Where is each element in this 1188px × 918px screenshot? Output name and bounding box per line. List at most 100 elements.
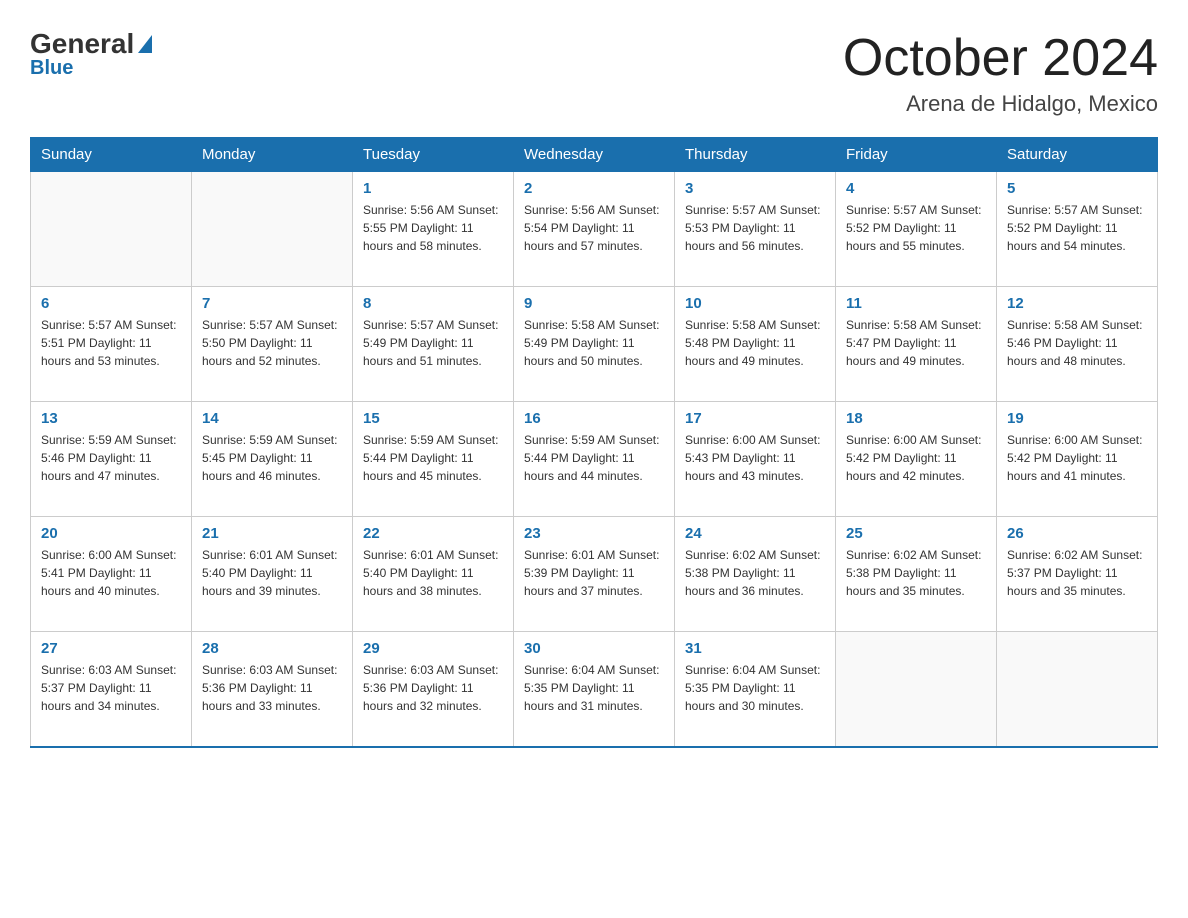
- day-number: 17: [685, 410, 825, 427]
- day-info: Sunrise: 6:01 AM Sunset: 5:40 PM Dayligh…: [363, 546, 503, 600]
- day-number: 16: [524, 410, 664, 427]
- calendar-cell: 10 Sunrise: 5:58 AM Sunset: 5:48 PM Dayli…: [675, 287, 836, 402]
- day-number: 26: [1007, 525, 1147, 542]
- calendar-cell: 20 Sunrise: 6:00 AM Sunset: 5:41 PM Dayli…: [31, 517, 192, 632]
- day-number: 13: [41, 410, 181, 427]
- header-cell-tuesday: Tuesday: [353, 138, 514, 172]
- day-info: Sunrise: 5:56 AM Sunset: 5:54 PM Dayligh…: [524, 201, 664, 255]
- day-info: Sunrise: 6:02 AM Sunset: 5:38 PM Dayligh…: [685, 546, 825, 600]
- calendar-cell: [192, 172, 353, 287]
- calendar-cell: 7 Sunrise: 5:57 AM Sunset: 5:50 PM Daylig…: [192, 287, 353, 402]
- calendar-week-1: 1 Sunrise: 5:56 AM Sunset: 5:55 PM Daylig…: [31, 172, 1158, 287]
- logo: General Blue: [30, 30, 152, 79]
- day-number: 18: [846, 410, 986, 427]
- calendar-week-4: 20 Sunrise: 6:00 AM Sunset: 5:41 PM Dayli…: [31, 517, 1158, 632]
- calendar-cell: 6 Sunrise: 5:57 AM Sunset: 5:51 PM Daylig…: [31, 287, 192, 402]
- day-number: 30: [524, 640, 664, 657]
- day-info: Sunrise: 6:03 AM Sunset: 5:36 PM Dayligh…: [363, 661, 503, 715]
- title-section: October 2024 Arena de Hidalgo, Mexico: [843, 30, 1158, 117]
- day-info: Sunrise: 6:04 AM Sunset: 5:35 PM Dayligh…: [524, 661, 664, 715]
- day-number: 20: [41, 525, 181, 542]
- header-cell-wednesday: Wednesday: [514, 138, 675, 172]
- day-info: Sunrise: 6:03 AM Sunset: 5:37 PM Dayligh…: [41, 661, 181, 715]
- calendar-cell: 12Sunrise: 5:58 AM Sunset: 5:46 PM Dayli…: [997, 287, 1158, 402]
- calendar-cell: 28Sunrise: 6:03 AM Sunset: 5:36 PM Dayli…: [192, 632, 353, 747]
- day-number: 19: [1007, 410, 1147, 427]
- calendar-cell: 25Sunrise: 6:02 AM Sunset: 5:38 PM Dayli…: [836, 517, 997, 632]
- day-number: 22: [363, 525, 503, 542]
- day-number: 14: [202, 410, 342, 427]
- day-info: Sunrise: 6:01 AM Sunset: 5:39 PM Dayligh…: [524, 546, 664, 600]
- location-title: Arena de Hidalgo, Mexico: [843, 91, 1158, 117]
- day-info: Sunrise: 6:00 AM Sunset: 5:42 PM Dayligh…: [846, 431, 986, 485]
- calendar-body: 1 Sunrise: 5:56 AM Sunset: 5:55 PM Daylig…: [31, 172, 1158, 747]
- day-number: 10: [685, 295, 825, 312]
- header-cell-sunday: Sunday: [31, 138, 192, 172]
- calendar-cell: [31, 172, 192, 287]
- day-info: Sunrise: 6:01 AM Sunset: 5:40 PM Dayligh…: [202, 546, 342, 600]
- day-number: 4: [846, 180, 986, 197]
- calendar-cell: 18 Sunrise: 6:00 AM Sunset: 5:42 PM Dayli…: [836, 402, 997, 517]
- day-number: 11: [846, 295, 986, 312]
- day-number: 31: [685, 640, 825, 657]
- day-number: 3: [685, 180, 825, 197]
- calendar-cell: 19 Sunrise: 6:00 AM Sunset: 5:42 PM Dayli…: [997, 402, 1158, 517]
- calendar-cell: 14 Sunrise: 5:59 AM Sunset: 5:45 PM Dayli…: [192, 402, 353, 517]
- day-info: Sunrise: 5:57 AM Sunset: 5:50 PM Dayligh…: [202, 316, 342, 370]
- day-info: Sunrise: 5:59 AM Sunset: 5:45 PM Dayligh…: [202, 431, 342, 485]
- header-cell-saturday: Saturday: [997, 138, 1158, 172]
- day-number: 2: [524, 180, 664, 197]
- day-info: Sunrise: 6:00 AM Sunset: 5:43 PM Dayligh…: [685, 431, 825, 485]
- day-info: Sunrise: 5:58 AM Sunset: 5:48 PM Dayligh…: [685, 316, 825, 370]
- day-number: 29: [363, 640, 503, 657]
- day-number: 5: [1007, 180, 1147, 197]
- logo-general: General: [30, 30, 134, 58]
- calendar-header: SundayMondayTuesdayWednesdayThursdayFrid…: [31, 138, 1158, 172]
- day-info: Sunrise: 5:57 AM Sunset: 5:52 PM Dayligh…: [846, 201, 986, 255]
- calendar-table: SundayMondayTuesdayWednesdayThursdayFrid…: [30, 137, 1158, 748]
- day-info: Sunrise: 6:00 AM Sunset: 5:41 PM Dayligh…: [41, 546, 181, 600]
- calendar-cell: 17 Sunrise: 6:00 AM Sunset: 5:43 PM Dayli…: [675, 402, 836, 517]
- calendar-cell: 30 Sunrise: 6:04 AM Sunset: 5:35 PM Dayli…: [514, 632, 675, 747]
- calendar-cell: 21 Sunrise: 6:01 AM Sunset: 5:40 PM Dayli…: [192, 517, 353, 632]
- calendar-cell: 23Sunrise: 6:01 AM Sunset: 5:39 PM Dayli…: [514, 517, 675, 632]
- calendar-cell: 5 Sunrise: 5:57 AM Sunset: 5:52 PM Daylig…: [997, 172, 1158, 287]
- calendar-cell: 9Sunrise: 5:58 AM Sunset: 5:49 PM Daylig…: [514, 287, 675, 402]
- day-number: 24: [685, 525, 825, 542]
- day-number: 12: [1007, 295, 1147, 312]
- day-number: 6: [41, 295, 181, 312]
- calendar-cell: 3 Sunrise: 5:57 AM Sunset: 5:53 PM Daylig…: [675, 172, 836, 287]
- month-title: October 2024: [843, 30, 1158, 87]
- day-number: 27: [41, 640, 181, 657]
- day-info: Sunrise: 5:59 AM Sunset: 5:44 PM Dayligh…: [363, 431, 503, 485]
- logo-triangle-icon: [138, 35, 152, 53]
- day-info: Sunrise: 6:02 AM Sunset: 5:37 PM Dayligh…: [1007, 546, 1147, 600]
- day-number: 9: [524, 295, 664, 312]
- day-number: 21: [202, 525, 342, 542]
- header-cell-friday: Friday: [836, 138, 997, 172]
- header-cell-thursday: Thursday: [675, 138, 836, 172]
- calendar-cell: 8Sunrise: 5:57 AM Sunset: 5:49 PM Daylig…: [353, 287, 514, 402]
- day-info: Sunrise: 5:57 AM Sunset: 5:53 PM Dayligh…: [685, 201, 825, 255]
- day-info: Sunrise: 5:56 AM Sunset: 5:55 PM Dayligh…: [363, 201, 503, 255]
- calendar-cell: 4 Sunrise: 5:57 AM Sunset: 5:52 PM Daylig…: [836, 172, 997, 287]
- day-info: Sunrise: 5:57 AM Sunset: 5:52 PM Dayligh…: [1007, 201, 1147, 255]
- calendar-cell: 27 Sunrise: 6:03 AM Sunset: 5:37 PM Dayli…: [31, 632, 192, 747]
- day-info: Sunrise: 5:57 AM Sunset: 5:51 PM Dayligh…: [41, 316, 181, 370]
- logo-blue: Blue: [30, 57, 73, 79]
- calendar-week-2: 6 Sunrise: 5:57 AM Sunset: 5:51 PM Daylig…: [31, 287, 1158, 402]
- day-info: Sunrise: 5:58 AM Sunset: 5:47 PM Dayligh…: [846, 316, 986, 370]
- day-number: 7: [202, 295, 342, 312]
- calendar-cell: 26 Sunrise: 6:02 AM Sunset: 5:37 PM Dayli…: [997, 517, 1158, 632]
- calendar-cell: 16 Sunrise: 5:59 AM Sunset: 5:44 PM Dayli…: [514, 402, 675, 517]
- day-info: Sunrise: 5:59 AM Sunset: 5:44 PM Dayligh…: [524, 431, 664, 485]
- calendar-cell: 15 Sunrise: 5:59 AM Sunset: 5:44 PM Dayli…: [353, 402, 514, 517]
- calendar-cell: [836, 632, 997, 747]
- calendar-cell: 24 Sunrise: 6:02 AM Sunset: 5:38 PM Dayli…: [675, 517, 836, 632]
- day-number: 1: [363, 180, 503, 197]
- day-info: Sunrise: 6:00 AM Sunset: 5:42 PM Dayligh…: [1007, 431, 1147, 485]
- calendar-week-3: 13Sunrise: 5:59 AM Sunset: 5:46 PM Dayli…: [31, 402, 1158, 517]
- page-header: General Blue October 2024 Arena de Hidal…: [30, 30, 1158, 117]
- calendar-cell: 31Sunrise: 6:04 AM Sunset: 5:35 PM Dayli…: [675, 632, 836, 747]
- day-number: 15: [363, 410, 503, 427]
